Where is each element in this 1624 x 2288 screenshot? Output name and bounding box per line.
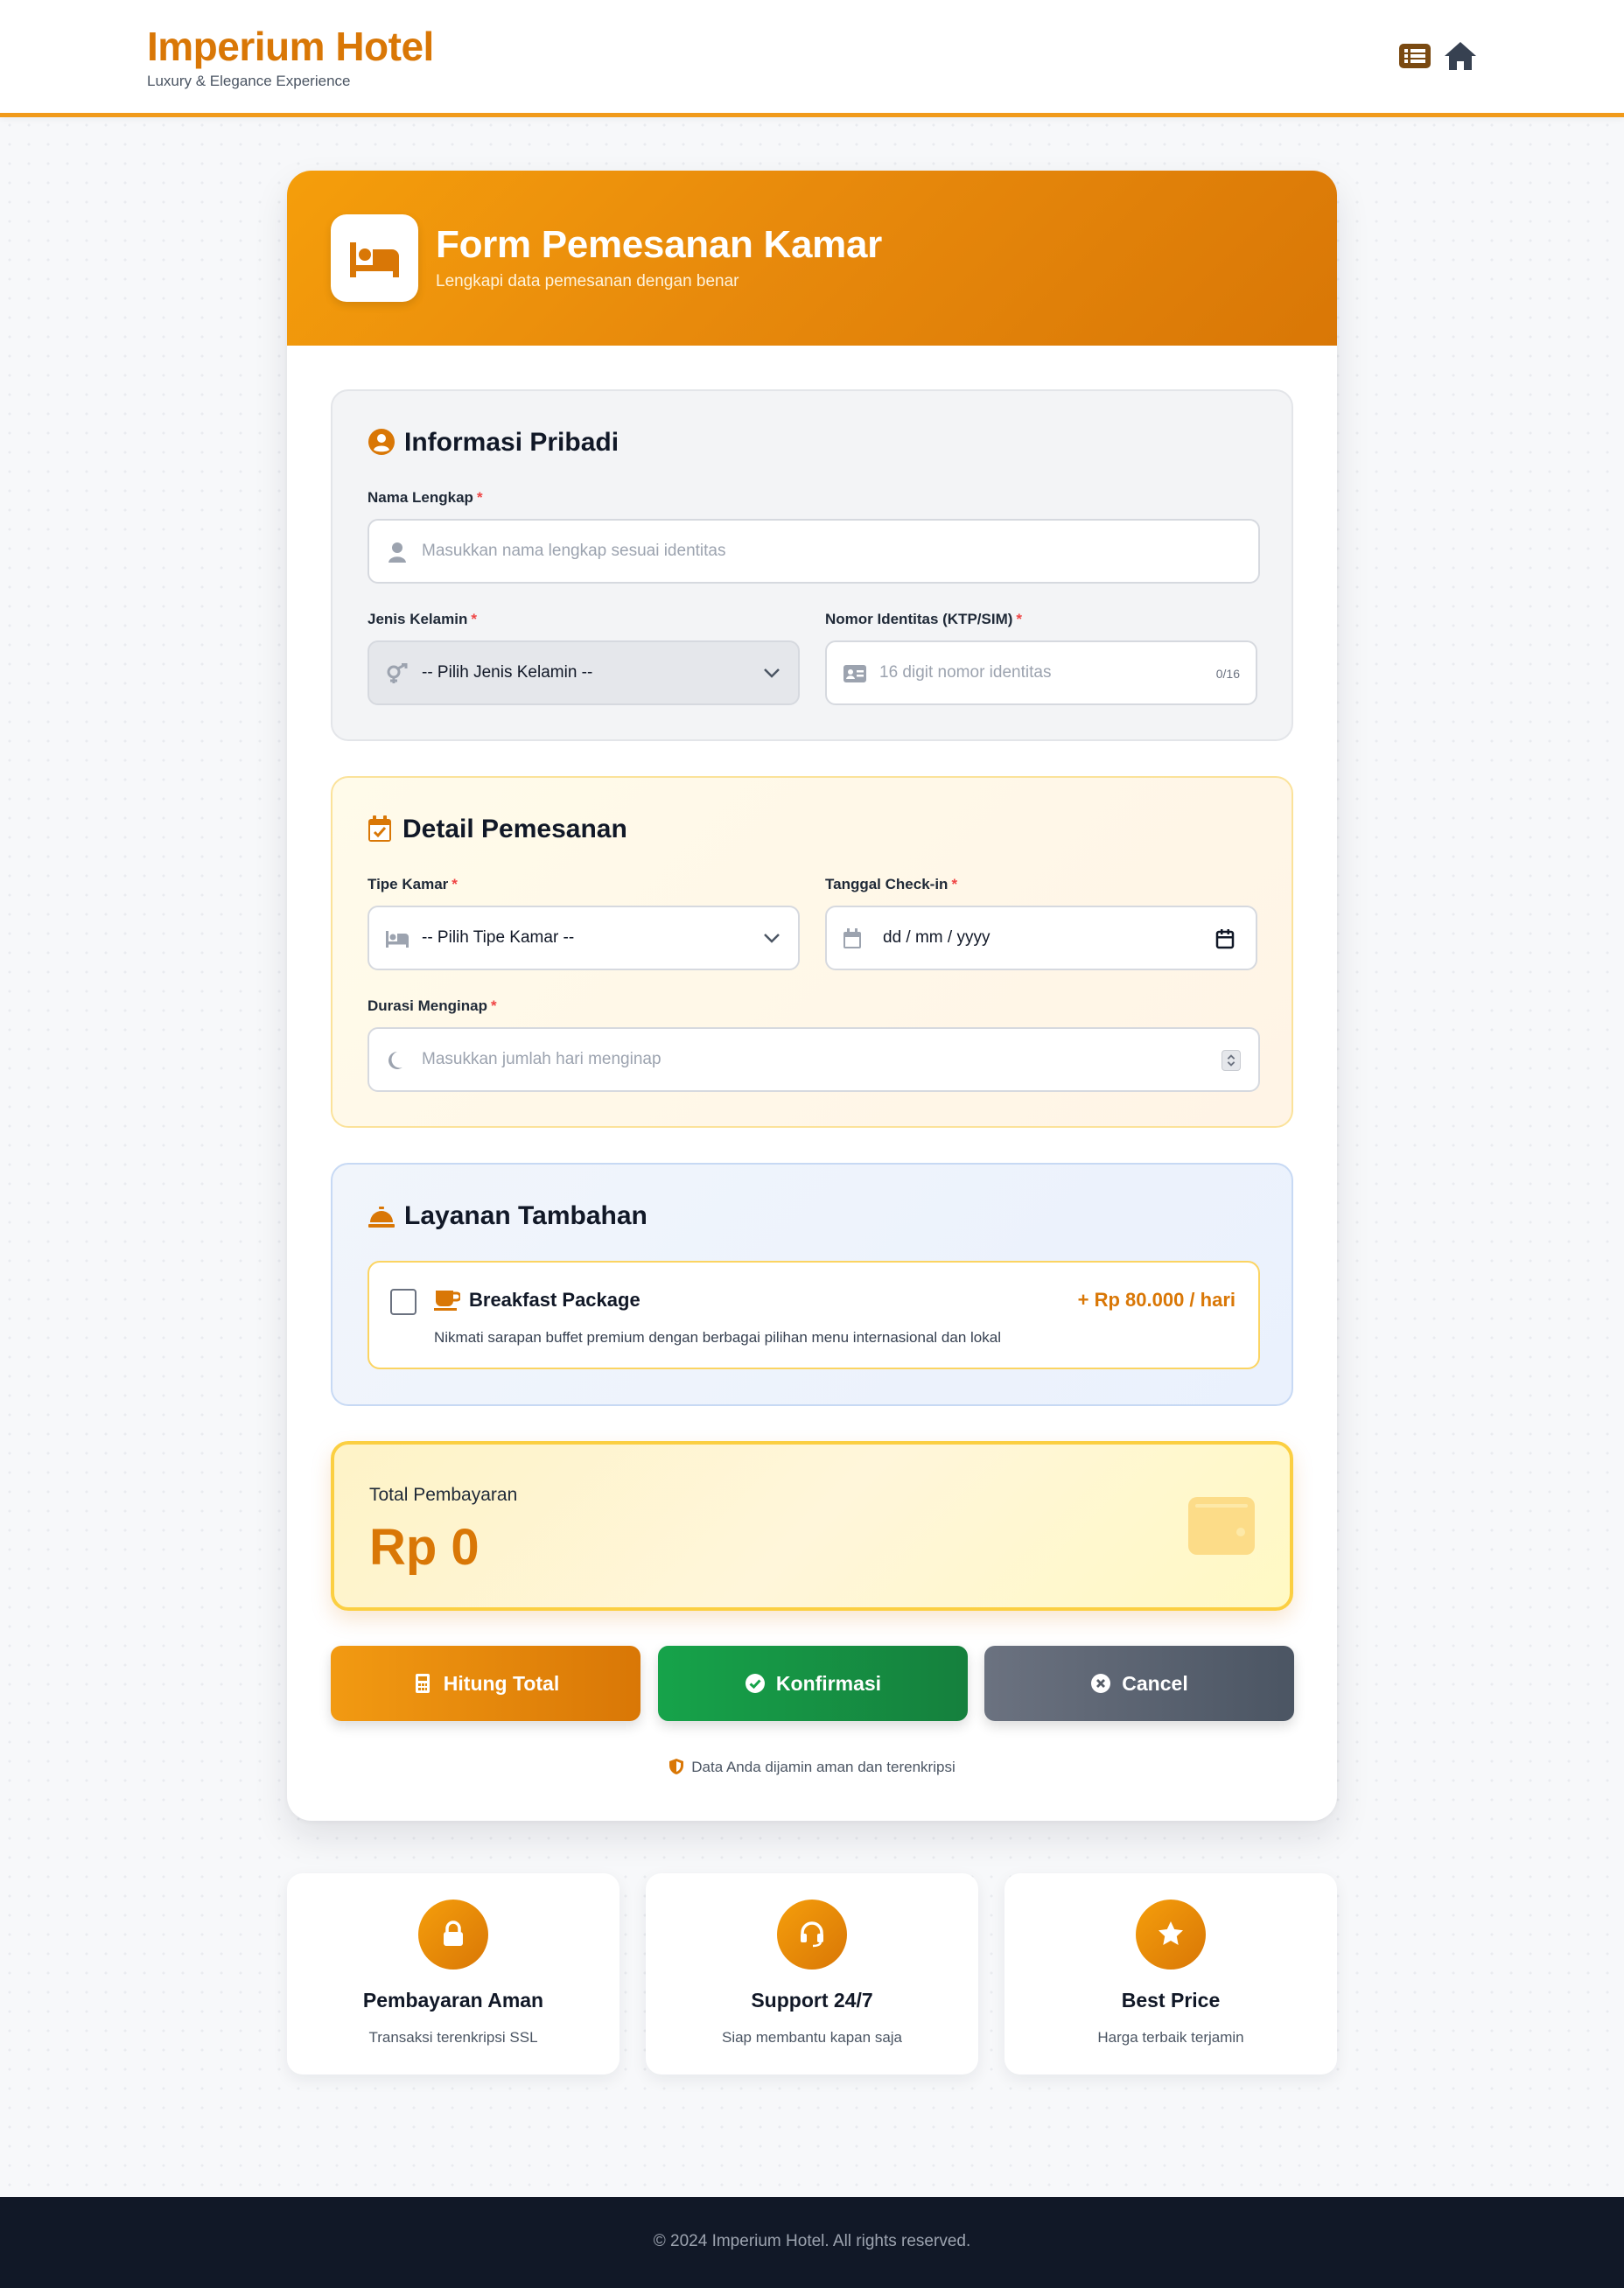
site-footer: © 2024 Imperium Hotel. All rights reserv…	[0, 2197, 1624, 2288]
checkin-date-input[interactable]: dd / mm / yyyy	[825, 906, 1257, 970]
gender-select[interactable]: -- Pilih Jenis Kelamin --	[368, 640, 800, 705]
total-value: Rp 0	[369, 1519, 480, 1576]
total-label: Total Pembayaran	[369, 1485, 518, 1505]
site-header: Imperium Hotel Luxury & Elegance Experie…	[0, 0, 1624, 117]
bed-icon	[385, 928, 410, 949]
booking-detail-title: Detail Pemesanan	[402, 815, 627, 843]
total-payment-box: Total Pembayaran Rp 0	[331, 1441, 1293, 1611]
room-type-selected: -- Pilih Tipe Kamar --	[422, 928, 575, 947]
headset-icon	[777, 1900, 847, 1970]
user-circle-icon	[368, 428, 396, 456]
personal-info-title: Informasi Pribadi	[404, 428, 620, 457]
addon-description: Nikmati sarapan buffet premium dengan be…	[434, 1329, 1001, 1346]
id-char-counter: 0/16	[1215, 667, 1240, 681]
additional-services-title: Layanan Tambahan	[404, 1201, 648, 1230]
stay-duration-input[interactable]: Masukkan jumlah hari menginap	[368, 1027, 1260, 1092]
list-icon[interactable]	[1398, 40, 1432, 72]
calculate-total-label: Hitung Total	[443, 1671, 560, 1695]
checkin-label: Tanggal Check-in *	[825, 876, 958, 892]
calendar-check-icon	[368, 815, 392, 843]
form-header: Form Pemesanan Kamar Lengkapi data pemes…	[287, 171, 1337, 346]
name-label: Nama Lengkap *	[368, 489, 483, 506]
feature-card-secure-payment: Pembayaran Aman Transaksi terenkripsi SS…	[287, 1873, 620, 2075]
close-circle-icon	[1091, 1674, 1111, 1693]
wallet-icon	[1188, 1497, 1255, 1555]
room-type-label: Tipe Kamar *	[368, 876, 458, 892]
feature-title: Best Price	[1121, 1989, 1221, 2012]
security-note-text: Data Anda dijamin aman dan terenkripsi	[691, 1759, 956, 1775]
personal-info-section: Informasi Pribadi Nama Lengkap * Masukkan…	[331, 389, 1293, 741]
full-name-input[interactable]: Masukkan nama lengkap sesuai identitas	[368, 519, 1260, 584]
addon-title: Breakfast Package	[469, 1289, 640, 1311]
form-title: Form Pemesanan Kamar	[436, 223, 882, 266]
feature-title: Pembayaran Aman	[362, 1989, 544, 2012]
id-number-label: Nomor Identitas (KTP/SIM) *	[825, 611, 1023, 627]
lock-icon	[418, 1900, 488, 1970]
cancel-button[interactable]: Cancel	[984, 1646, 1294, 1721]
full-name-placeholder: Masukkan nama lengkap sesuai identitas	[422, 542, 726, 560]
feature-subtitle: Transaksi terenkripsi SSL	[368, 2029, 538, 2046]
brand-subtitle: Luxury & Elegance Experience	[147, 73, 351, 89]
gender-label: Jenis Kelamin *	[368, 611, 477, 627]
calculator-icon	[415, 1674, 430, 1693]
cancel-label: Cancel	[1122, 1671, 1188, 1695]
calendar-icon	[843, 928, 862, 949]
star-icon	[1136, 1900, 1206, 1970]
calculate-total-button[interactable]: Hitung Total	[331, 1646, 640, 1721]
copyright-text: © 2024 Imperium Hotel. All rights reserv…	[653, 2232, 971, 2250]
chevron-down-icon	[764, 668, 780, 678]
addon-price: + Rp 80.000 / hari	[1077, 1289, 1236, 1311]
id-number-placeholder: 16 digit nomor identitas	[879, 663, 1052, 682]
room-type-select[interactable]: -- Pilih Tipe Kamar --	[368, 906, 800, 970]
feature-card-best-price: Best Price Harga terbaik terjamin	[1004, 1873, 1337, 2075]
gender-icon	[385, 663, 410, 684]
checkin-date-value: dd / mm / yyyy	[883, 928, 990, 947]
breakfast-checkbox[interactable]	[390, 1289, 416, 1315]
date-picker-icon[interactable]	[1215, 928, 1235, 949]
security-note: Data Anda dijamin aman dan terenkripsi	[287, 1758, 1337, 1776]
shield-icon	[669, 1759, 684, 1774]
confirm-label: Konfirmasi	[775, 1671, 882, 1695]
breakfast-addon-option[interactable]: Breakfast Package + Rp 80.000 / hari Nik…	[368, 1261, 1260, 1369]
check-circle-icon	[745, 1674, 765, 1693]
gender-selected: -- Pilih Jenis Kelamin --	[422, 663, 593, 682]
feature-card-support: Support 24/7 Siap membantu kapan saja	[646, 1873, 978, 2075]
moon-icon	[385, 1050, 404, 1071]
feature-subtitle: Siap membantu kapan saja	[721, 2029, 903, 2046]
confirm-button[interactable]: Konfirmasi	[658, 1646, 968, 1721]
id-number-input[interactable]: 16 digit nomor identitas 0/16	[825, 640, 1257, 705]
form-subtitle: Lengkapi data pemesanan dengan benar	[436, 272, 739, 290]
home-icon[interactable]	[1444, 40, 1477, 72]
brand-title[interactable]: Imperium Hotel	[147, 23, 434, 70]
feature-title: Support 24/7	[751, 1989, 873, 2012]
bed-icon	[331, 214, 418, 302]
booking-detail-section: Detail Pemesanan Tipe Kamar * -- Pilih Ti…	[331, 776, 1293, 1128]
chevron-down-icon	[764, 934, 780, 943]
concierge-bell-icon	[368, 1203, 396, 1231]
number-spinner[interactable]	[1222, 1050, 1241, 1071]
feature-subtitle: Harga terbaik terjamin	[1097, 2029, 1244, 2046]
user-icon	[385, 542, 410, 563]
coffee-icon	[434, 1289, 460, 1312]
duration-label: Durasi Menginap *	[368, 997, 497, 1014]
id-card-icon	[843, 663, 867, 684]
booking-form-card: Form Pemesanan Kamar Lengkapi data pemes…	[287, 171, 1337, 1821]
additional-services-section: Layanan Tambahan Breakfast Package + Rp …	[331, 1163, 1293, 1406]
stay-duration-placeholder: Masukkan jumlah hari menginap	[422, 1050, 662, 1068]
